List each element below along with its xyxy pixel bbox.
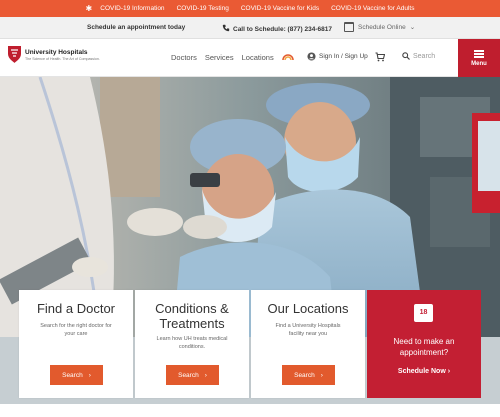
card-title: Conditions & Treatments	[155, 301, 229, 331]
search-box[interactable]: Search	[402, 52, 435, 60]
brand-name: University Hospitals	[25, 48, 88, 56]
brand-tagline: The Science of Health. The Art of Compas…	[25, 56, 100, 61]
covid-info-bar: ✱ COVID-19 Information COVID-19 Testing …	[0, 0, 500, 17]
button-label: Search	[178, 371, 199, 379]
appointment-card[interactable]: 18 Need to make an appointment? Schedule…	[367, 290, 481, 398]
nav-services[interactable]: Services	[205, 53, 234, 62]
chevron-right-icon: ›	[88, 371, 91, 379]
sign-in-link[interactable]: Sign In / Sign Up	[307, 52, 368, 61]
schedule-online-label: Schedule Online	[358, 23, 406, 31]
call-to-schedule-link[interactable]: Call to Schedule: (877) 234-6817	[222, 24, 332, 33]
call-to-schedule-text: Call to Schedule: (877) 234-6817	[233, 26, 332, 33]
covid-link-vaccine-kids[interactable]: COVID-19 Vaccine for Kids	[241, 5, 319, 12]
nav-doctors[interactable]: Doctors	[171, 53, 197, 62]
search-icon	[402, 52, 410, 60]
menu-label: Menu	[471, 61, 487, 68]
conditions-treatments-card: Conditions & Treatments Learn how UH tre…	[135, 290, 249, 398]
hamburger-icon	[474, 49, 484, 60]
schedule-now-label: Schedule Now	[397, 368, 446, 375]
card-description: Find a University Hospitals facility nea…	[275, 323, 341, 337]
chevron-right-icon: ›	[320, 371, 323, 379]
search-input[interactable]: Search	[413, 53, 435, 60]
calendar-icon: 18	[414, 304, 433, 322]
chevron-right-icon: ›	[204, 371, 207, 379]
sign-in-label: Sign In / Sign Up	[319, 53, 368, 60]
card-description: Search for the right doctor for your car…	[40, 323, 112, 337]
button-label: Search	[62, 371, 83, 379]
calendar-icon	[344, 22, 354, 32]
site-header: University Hospitals The Science of Heal…	[0, 39, 500, 77]
covid-link-vaccine-adults[interactable]: COVID-19 Vaccine for Adults	[331, 5, 414, 12]
menu-button[interactable]: Menu	[458, 39, 500, 77]
shield-logo-icon	[8, 46, 21, 63]
schedule-now-button[interactable]: Schedule Now ›	[367, 368, 481, 375]
appointment-text: Need to make an appointment?	[393, 337, 455, 357]
chevron-right-icon: ›	[447, 368, 451, 375]
phone-icon	[222, 24, 230, 32]
locations-search-button[interactable]: Search ›	[282, 365, 335, 385]
card-title: Find a Doctor	[36, 301, 116, 316]
card-description: Learn how UH treats medical conditions.	[156, 336, 228, 350]
main-nav: Doctors Services Locations	[171, 53, 274, 62]
cart-icon[interactable]	[375, 52, 385, 62]
find-a-doctor-card: Find a Doctor Search for the right docto…	[19, 290, 133, 398]
asterisk-icon: ✱	[85, 3, 93, 13]
our-locations-card: Our Locations Find a University Hospital…	[251, 290, 365, 398]
uh-logo[interactable]: University Hospitals The Science of Heal…	[7, 45, 100, 64]
rainbow-icon[interactable]	[282, 54, 294, 60]
utility-bar: Schedule an appointment today Call to Sc…	[0, 17, 500, 39]
conditions-search-button[interactable]: Search ›	[166, 365, 219, 385]
appointment-prompt: Schedule an appointment today	[87, 24, 186, 31]
calendar-day: 18	[419, 309, 428, 316]
card-title: Our Locations	[267, 301, 349, 316]
covid-link-testing[interactable]: COVID-19 Testing	[177, 5, 229, 12]
nav-locations[interactable]: Locations	[242, 53, 274, 62]
find-doctor-search-button[interactable]: Search ›	[50, 365, 103, 385]
page-bottom-strip	[0, 404, 500, 417]
schedule-online-dropdown[interactable]: Schedule Online ⌄	[344, 22, 415, 32]
covid-link-information[interactable]: COVID-19 Information	[100, 5, 164, 12]
user-icon	[307, 52, 316, 61]
chevron-down-icon: ⌄	[409, 24, 416, 31]
button-label: Search	[294, 371, 315, 379]
